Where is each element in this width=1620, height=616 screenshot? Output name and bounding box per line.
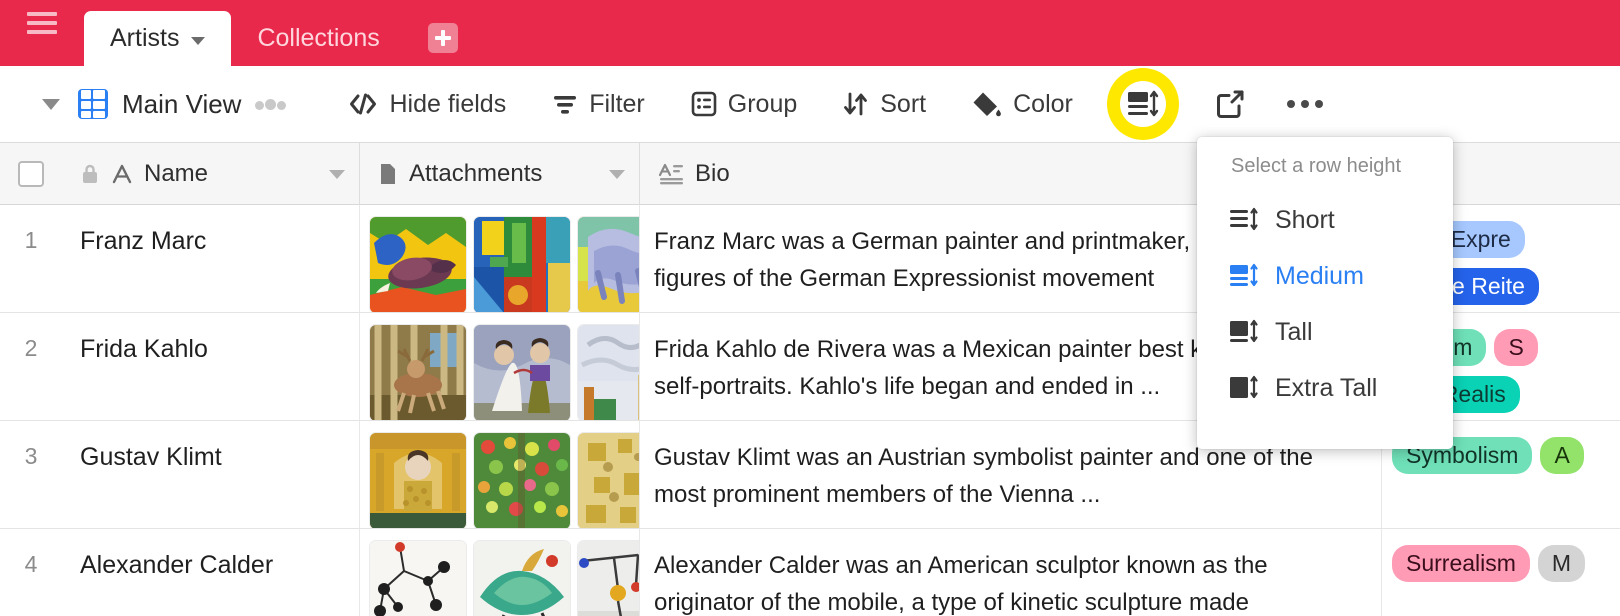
column-header-attachments-label: Attachments [409, 159, 543, 187]
sort-icon [844, 92, 868, 116]
row-height-option-tall-label: Tall [1275, 317, 1313, 346]
group-label: Group [727, 89, 798, 118]
select-all-cell[interactable] [0, 143, 62, 205]
view-toolbar: Main View Hide fields Filter Group Sort … [0, 66, 1620, 143]
add-table-button[interactable] [427, 23, 458, 53]
top-bar: Artists Collections [0, 0, 1620, 66]
attachment-thumbnail[interactable] [474, 325, 570, 420]
share-icon [1216, 90, 1244, 118]
row-height-button[interactable] [1106, 68, 1179, 140]
color-button[interactable]: Color [972, 90, 1073, 119]
row-height-tall-icon [1230, 319, 1258, 343]
row-height-icon [1127, 90, 1159, 117]
attachment-field-icon [381, 163, 395, 184]
select-all-checkbox[interactable] [18, 160, 44, 187]
chevron-down-icon[interactable] [609, 169, 625, 179]
cell-attachments[interactable] [360, 205, 640, 312]
column-header-bio-label: Bio [695, 159, 730, 187]
sort-label: Sort [880, 89, 927, 118]
cell-name[interactable]: Frida Kahlo [62, 313, 360, 420]
airtable-grid-app: Artists Collections Main View Hide field… [0, 0, 1620, 616]
row-height-option-tall[interactable]: Tall [1197, 304, 1453, 360]
attachment-thumbnail[interactable] [474, 541, 570, 616]
attachment-thumbnail[interactable] [370, 541, 466, 616]
tab-collections[interactable]: Collections [231, 11, 405, 66]
row-number: 1 [24, 227, 38, 253]
chevron-down-icon[interactable] [329, 169, 345, 179]
share-button[interactable] [1215, 89, 1245, 119]
attachment-thumbnail[interactable] [474, 217, 570, 312]
filter-label: Filter [589, 89, 645, 118]
row-height-option-short[interactable]: Short [1197, 192, 1453, 248]
group-button[interactable]: Group [691, 90, 797, 119]
chevron-down-icon[interactable] [191, 36, 206, 45]
tab-artists[interactable]: Artists [84, 11, 232, 66]
row-height-option-short-label: Short [1275, 205, 1335, 234]
lock-icon [83, 164, 97, 183]
plus-icon [434, 30, 451, 46]
cell-attachments[interactable] [360, 529, 640, 616]
grid-view-icon[interactable] [78, 89, 108, 119]
tag-row: Surrealism M [1392, 545, 1586, 583]
cell-genre[interactable]: Surrealism M [1382, 529, 1620, 616]
cell-name[interactable]: Franz Marc [62, 205, 360, 312]
row-height-menu: Select a row height Short Medium Tall Ex… [1197, 137, 1453, 449]
row-height-medium-icon [1230, 263, 1258, 287]
column-header-name-label: Name [144, 159, 209, 187]
cell-attachments[interactable] [360, 313, 640, 420]
row-height-option-extra-tall-label: Extra Tall [1275, 373, 1378, 402]
hamburger-icon[interactable] [0, 0, 84, 66]
row-number: 2 [24, 335, 38, 361]
color-label: Color [1013, 89, 1073, 118]
hide-fields-icon [350, 93, 377, 115]
more-dots-icon [1286, 100, 1295, 108]
row-number: 3 [24, 443, 38, 469]
attachment-thumbnail[interactable] [370, 433, 466, 528]
table-row[interactable]: 4 Alexander Calder Alexander Calder was … [0, 529, 1620, 616]
sort-button[interactable]: Sort [843, 90, 926, 119]
view-name[interactable]: Main View [122, 89, 241, 120]
status-badge[interactable]: Surrealism [1392, 545, 1530, 583]
people-icon[interactable] [255, 98, 287, 110]
attachment-thumbnail[interactable] [578, 541, 639, 616]
attachment-thumbnail[interactable] [578, 325, 639, 420]
row-height-short-icon [1230, 207, 1258, 231]
attachment-thumbnail[interactable] [474, 433, 570, 528]
filter-button[interactable]: Filter [552, 90, 645, 119]
status-badge[interactable]: S [1494, 329, 1538, 367]
hide-fields-button[interactable]: Hide fields [348, 90, 506, 119]
cell-bio[interactable]: Alexander Calder was an American sculpto… [640, 529, 1382, 616]
tab-artists-label: Artists [110, 24, 180, 52]
cell-name[interactable]: Alexander Calder [62, 529, 360, 616]
row-height-extra-tall-icon [1230, 375, 1258, 399]
row-height-option-medium-label: Medium [1275, 261, 1364, 290]
status-badge[interactable]: M [1537, 545, 1586, 583]
filter-icon [554, 96, 577, 114]
color-icon [973, 92, 1002, 117]
attachment-thumbnail[interactable] [578, 433, 639, 528]
column-header-attachments[interactable]: Attachments [360, 143, 640, 205]
tab-collections-label: Collections [257, 24, 380, 52]
column-header-name[interactable]: Name [62, 143, 360, 205]
hide-fields-label: Hide fields [389, 89, 507, 118]
text-field-icon [112, 164, 132, 183]
row-height-menu-title: Select a row height [1231, 155, 1402, 177]
cell-attachments[interactable] [360, 421, 640, 528]
chevron-down-icon[interactable] [42, 98, 60, 110]
long-text-field-icon [658, 163, 683, 184]
row-height-option-extra-tall[interactable]: Extra Tall [1197, 360, 1453, 416]
row-height-option-medium[interactable]: Medium [1197, 248, 1453, 304]
status-badge[interactable]: A [1540, 437, 1584, 475]
attachment-thumbnail[interactable] [370, 325, 466, 420]
attachment-thumbnail[interactable] [370, 217, 466, 312]
more-options-button[interactable] [1286, 100, 1323, 108]
attachment-thumbnail[interactable] [578, 217, 639, 312]
group-icon [691, 91, 717, 117]
cell-name[interactable]: Gustav Klimt [62, 421, 360, 528]
row-number: 4 [24, 551, 38, 577]
